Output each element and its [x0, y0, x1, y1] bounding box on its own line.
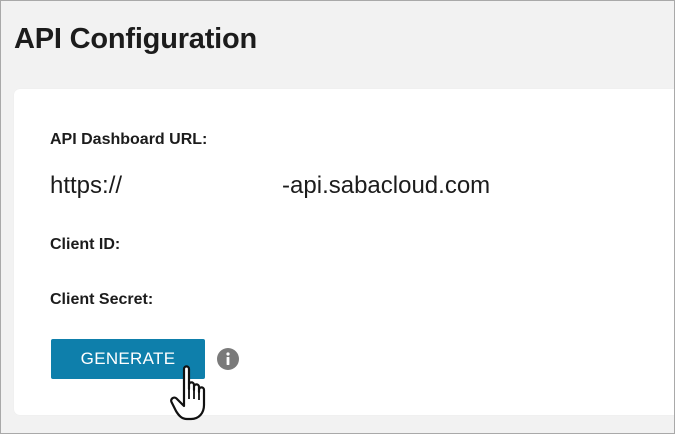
url-suffix: -api.sabacloud.com: [282, 172, 491, 199]
client-id-label: Client ID:: [50, 236, 121, 253]
api-configuration-window: API Configuration API Dashboard URL: htt…: [0, 0, 675, 434]
hand-pointer-cursor-icon: [170, 365, 206, 421]
url-redacted-segment: [122, 173, 282, 193]
api-dashboard-url-label: API Dashboard URL:: [50, 131, 208, 148]
page-title: API Configuration: [14, 23, 258, 55]
info-icon[interactable]: [217, 348, 239, 370]
api-configuration-card: API Dashboard URL: https:// -api.sabaclou…: [14, 89, 674, 415]
client-secret-label: Client Secret:: [50, 291, 154, 308]
api-dashboard-url-value[interactable]: https:// -api.sabacloud.com: [50, 172, 490, 200]
url-prefix: https://: [50, 172, 123, 199]
